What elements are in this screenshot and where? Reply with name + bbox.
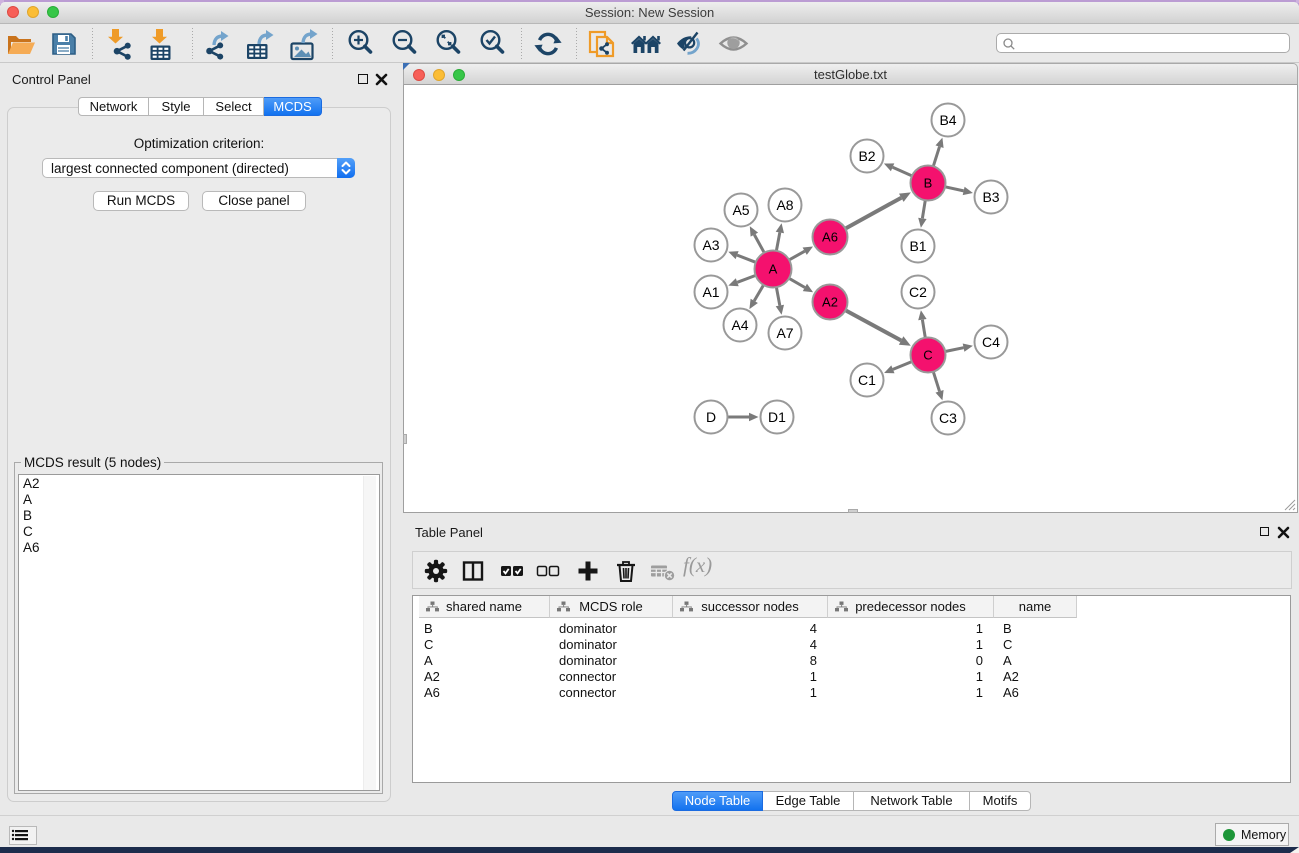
svg-text:C4: C4 bbox=[982, 334, 1000, 350]
svg-text:D1: D1 bbox=[768, 409, 786, 425]
svg-text:C3: C3 bbox=[939, 410, 957, 426]
svg-text:B4: B4 bbox=[939, 112, 956, 128]
svg-text:A5: A5 bbox=[732, 202, 749, 218]
svg-text:C1: C1 bbox=[858, 372, 876, 388]
svg-text:D: D bbox=[706, 409, 716, 425]
svg-text:A3: A3 bbox=[702, 237, 719, 253]
svg-text:B3: B3 bbox=[982, 189, 999, 205]
svg-text:A2: A2 bbox=[822, 295, 838, 310]
svg-text:C: C bbox=[923, 348, 932, 363]
svg-text:C2: C2 bbox=[909, 284, 927, 300]
svg-text:A6: A6 bbox=[822, 230, 838, 245]
svg-text:A1: A1 bbox=[702, 284, 719, 300]
svg-text:A4: A4 bbox=[731, 317, 748, 333]
svg-text:A: A bbox=[769, 262, 778, 277]
svg-text:B1: B1 bbox=[909, 238, 926, 254]
svg-text:A8: A8 bbox=[776, 197, 793, 213]
svg-text:B: B bbox=[924, 176, 933, 191]
svg-text:B2: B2 bbox=[858, 148, 875, 164]
svg-text:A7: A7 bbox=[776, 325, 793, 341]
